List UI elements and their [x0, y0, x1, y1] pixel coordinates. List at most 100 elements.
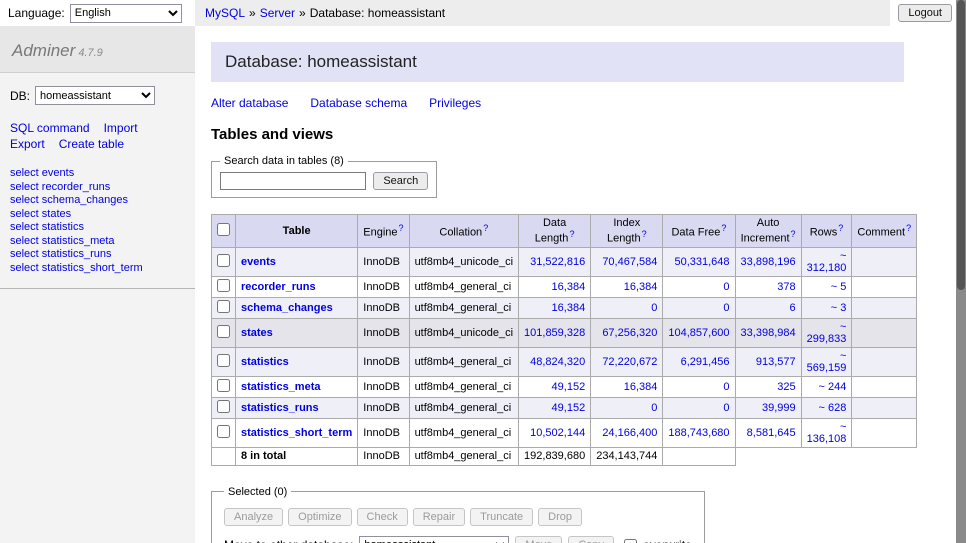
auto-increment-value[interactable]: 33,398,984: [741, 327, 796, 339]
optimize-button[interactable]: Optimize: [288, 508, 351, 526]
data-length-value[interactable]: 16,384: [552, 281, 586, 293]
link-database-schema[interactable]: Database schema: [310, 96, 407, 110]
rows-value[interactable]: ~ 299,833: [807, 321, 847, 345]
help-link[interactable]: ?: [569, 229, 574, 239]
data-length-value[interactable]: 101,859,328: [524, 327, 585, 339]
data-length-value[interactable]: 31,522,816: [530, 256, 585, 268]
index-length-value[interactable]: 16,384: [624, 381, 658, 393]
index-length-value[interactable]: 72,220,672: [602, 356, 657, 368]
row-checkbox-recorder-runs[interactable]: [217, 279, 230, 292]
sidebar-select-recorder-runs[interactable]: select recorder_runs: [10, 181, 110, 193]
sidebar-select-statistics-runs[interactable]: select statistics_runs: [10, 248, 111, 260]
rows-value[interactable]: ~ 5: [831, 281, 847, 293]
table-link-states[interactable]: states: [241, 327, 273, 339]
row-checkbox-states[interactable]: [217, 325, 230, 338]
truncate-button[interactable]: Truncate: [470, 508, 533, 526]
rows-value[interactable]: ~ 628: [819, 402, 847, 414]
data-free-value[interactable]: 0: [723, 281, 729, 293]
sidebar-select-schema-changes[interactable]: select schema_changes: [10, 194, 128, 206]
data-length-value[interactable]: 49,152: [552, 402, 586, 414]
rows-value[interactable]: ~ 3: [831, 302, 847, 314]
table-link-statistics-runs[interactable]: statistics_runs: [241, 402, 319, 414]
rows-value[interactable]: ~ 244: [819, 381, 847, 393]
auto-increment-value[interactable]: 6: [789, 302, 795, 314]
breadcrumb-link-mysql[interactable]: MySQL: [205, 6, 245, 20]
row-checkbox-events[interactable]: [217, 254, 230, 267]
row-checkbox-statistics-short-term[interactable]: [217, 425, 230, 438]
move-button[interactable]: Move: [515, 536, 562, 543]
auto-increment-value[interactable]: 8,581,645: [747, 427, 796, 439]
drop-button[interactable]: Drop: [538, 508, 582, 526]
help-link[interactable]: ?: [721, 223, 726, 233]
row-checkbox-statistics[interactable]: [217, 354, 230, 367]
index-length-value[interactable]: 16,384: [624, 281, 658, 293]
breadcrumb-link-server[interactable]: Server: [260, 6, 295, 20]
auto-increment-value[interactable]: 913,577: [756, 356, 796, 368]
index-length-value[interactable]: 24,166,400: [602, 427, 657, 439]
move-db-select[interactable]: homeassistant: [359, 536, 509, 543]
row-checkbox-statistics-meta[interactable]: [217, 379, 230, 392]
link-privileges[interactable]: Privileges: [429, 96, 481, 110]
sidebar-select-states[interactable]: select states: [10, 208, 71, 220]
rows-value[interactable]: ~ 136,108: [807, 421, 847, 445]
sidebar-select-statistics-short-term[interactable]: select statistics_short_term: [10, 262, 143, 274]
sidebar-select-statistics[interactable]: select statistics: [10, 221, 84, 233]
check-button[interactable]: Check: [357, 508, 408, 526]
data-length-value[interactable]: 16,384: [552, 302, 586, 314]
auto-increment-value[interactable]: 378: [777, 281, 795, 293]
overwrite-checkbox[interactable]: [624, 539, 637, 543]
table-link-statistics-short-term[interactable]: statistics_short_term: [241, 427, 352, 439]
sidebar-action-import[interactable]: Import: [104, 121, 138, 135]
data-free-value[interactable]: 6,291,456: [681, 356, 730, 368]
data-length-value[interactable]: 48,824,320: [530, 356, 585, 368]
data-free-value[interactable]: 50,331,648: [674, 256, 729, 268]
data-free-value[interactable]: 0: [723, 402, 729, 414]
rows-value[interactable]: ~ 569,159: [807, 350, 847, 374]
link-alter-database[interactable]: Alter database: [211, 96, 288, 110]
auto-increment-value[interactable]: 33,898,196: [741, 256, 796, 268]
help-link[interactable]: ?: [399, 223, 404, 233]
data-free-value[interactable]: 0: [723, 302, 729, 314]
data-length-value[interactable]: 10,502,144: [530, 427, 585, 439]
table-link-recorder-runs[interactable]: recorder_runs: [241, 281, 316, 293]
table-link-statistics-meta[interactable]: statistics_meta: [241, 381, 321, 393]
table-link-events[interactable]: events: [241, 256, 276, 268]
index-length-value[interactable]: 0: [651, 402, 657, 414]
sidebar-action-export[interactable]: Export: [10, 137, 45, 151]
sidebar-select-events[interactable]: select events: [10, 167, 74, 179]
table-link-schema-changes[interactable]: schema_changes: [241, 302, 333, 314]
help-link[interactable]: ?: [838, 223, 843, 233]
rows-value[interactable]: ~ 312,180: [807, 250, 847, 274]
auto-increment-value[interactable]: 39,999: [762, 402, 796, 414]
help-link[interactable]: ?: [642, 229, 647, 239]
index-length-value[interactable]: 0: [651, 302, 657, 314]
analyze-button[interactable]: Analyze: [224, 508, 283, 526]
auto-increment-value[interactable]: 325: [777, 381, 795, 393]
language-select[interactable]: English: [70, 4, 182, 23]
sidebar-select-statistics-meta[interactable]: select statistics_meta: [10, 235, 115, 247]
copy-button[interactable]: Copy: [568, 536, 614, 543]
sidebar-action-create-table[interactable]: Create table: [59, 137, 124, 151]
data-length-value[interactable]: 49,152: [552, 381, 586, 393]
help-link[interactable]: ?: [483, 223, 488, 233]
data-free-value[interactable]: 0: [723, 381, 729, 393]
sidebar-action-sql-command[interactable]: SQL command: [10, 121, 90, 135]
help-link[interactable]: ?: [791, 229, 796, 239]
data-free-value[interactable]: 188,743,680: [668, 427, 729, 439]
index-length-value[interactable]: 70,467,584: [602, 256, 657, 268]
row-checkbox-schema-changes[interactable]: [217, 300, 230, 313]
data-free-value[interactable]: 104,857,600: [668, 327, 729, 339]
vertical-scrollbar[interactable]: [956, 0, 966, 543]
select-all-checkbox[interactable]: [217, 223, 230, 236]
help-link[interactable]: ?: [906, 223, 911, 233]
scrollbar-thumb[interactable]: [957, 0, 965, 290]
logout-button[interactable]: Logout: [898, 4, 952, 22]
repair-button[interactable]: Repair: [413, 508, 465, 526]
search-button[interactable]: Search: [373, 172, 428, 190]
rows-cell: ~ 569,159: [801, 347, 852, 376]
search-input[interactable]: [220, 172, 366, 190]
table-link-statistics[interactable]: statistics: [241, 356, 289, 368]
index-length-value[interactable]: 67,256,320: [602, 327, 657, 339]
db-select[interactable]: homeassistant: [35, 86, 155, 105]
row-checkbox-statistics-runs[interactable]: [217, 400, 230, 413]
